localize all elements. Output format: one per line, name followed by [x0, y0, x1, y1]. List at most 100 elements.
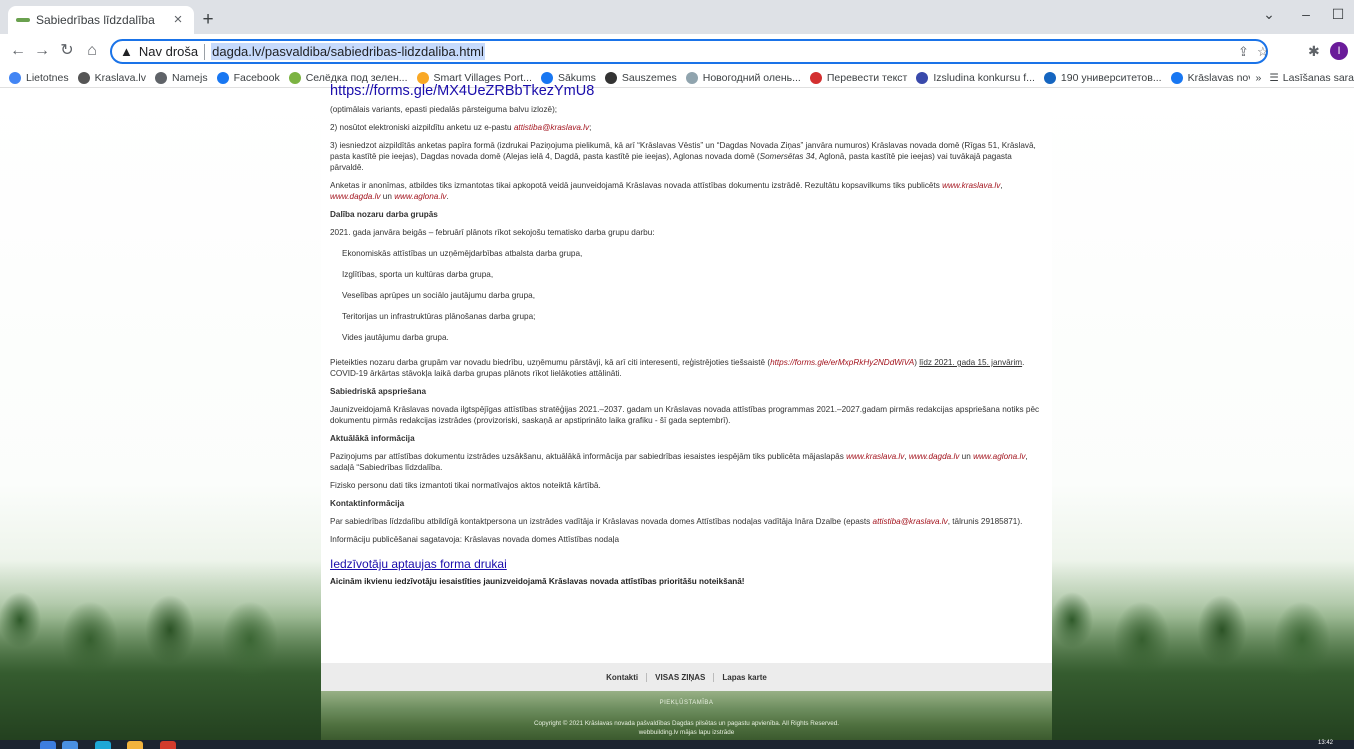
paragraph-contact: Par sabiedrības līdzdalību atbildīgā kon…: [330, 517, 1023, 526]
bookmark-item[interactable]: Smart Villages Port...: [416, 71, 532, 84]
paragraph-optimal: (optimālais variants, epasti piedalās pā…: [330, 105, 558, 114]
copyright-text: Copyright © 2021 Krāslavas novada pašval…: [534, 720, 839, 727]
profile-avatar[interactable]: I: [1330, 42, 1348, 60]
bookmark-label: Namejs: [171, 71, 208, 84]
heading-latest-info: Aktuālākā informācija: [330, 434, 415, 443]
paragraph-personal-data: Fizisko personu dati tiks izmantoti tika…: [330, 481, 601, 490]
bookmark-label: Kraslava.lv: [94, 71, 146, 84]
more-bookmarks-button[interactable]: »: [1256, 72, 1262, 84]
facebook-icon: [540, 71, 553, 84]
tab-search-chevron-icon[interactable]: ⌄: [1258, 6, 1280, 23]
reload-button[interactable]: ↻: [57, 41, 77, 61]
url-text[interactable]: dagda.lv/pasvaldiba/sabiedribas-lidzdali…: [211, 43, 485, 60]
accessibility-link[interactable]: PIEKĻŪSTAMĪBA: [321, 699, 1052, 708]
kraslava-link[interactable]: www.kraslava.lv: [846, 452, 904, 461]
bookmark-item[interactable]: Перевести текст: [809, 71, 908, 84]
bookmark-item[interactable]: Namejs: [154, 71, 208, 84]
explorer-icon[interactable]: [62, 741, 78, 749]
survey-link[interactable]: https://forms.gle/MX4UeZRBbTkezYmU8: [330, 84, 1043, 99]
aglona-link[interactable]: www.aglona.lv: [394, 192, 446, 201]
bookmark-label: Sauszemes: [621, 71, 677, 84]
paragraph-apply: Pieteikties nozaru darba grupām var nova…: [330, 358, 1025, 378]
warning-icon[interactable]: ▲: [120, 44, 133, 59]
facebook-icon: [216, 71, 229, 84]
footer-link-contacts[interactable]: Kontakti: [598, 673, 646, 682]
list-item: Vides jautājumu darba grupa.: [342, 333, 449, 342]
site-favicon-icon: [16, 18, 30, 22]
list-item: Ekonomiskās attīstības un uzņēmējdarbība…: [342, 249, 583, 258]
bookmark-label: Перевести текст: [826, 71, 908, 84]
green-circle-icon: [288, 71, 301, 84]
bookmark-item[interactable]: 190 университетов...: [1043, 71, 1162, 84]
start-icon[interactable]: [40, 741, 56, 749]
chrome-icon[interactable]: [160, 741, 176, 749]
security-label[interactable]: Nav droša: [139, 44, 198, 59]
email-link[interactable]: attistiba@kraslava.lv: [514, 123, 589, 132]
back-button[interactable]: ←: [8, 41, 28, 61]
bookmark-label: 190 университетов...: [1060, 71, 1162, 84]
bookmark-label: Facebook: [233, 71, 280, 84]
bookmark-item[interactable]: Facebook: [216, 71, 280, 84]
reading-list-icon[interactable]: ☰: [1269, 72, 1278, 84]
dagda-link[interactable]: www.dagda.lv: [909, 452, 960, 461]
working-groups-list: Ekonomiskās attīstības un uzņēmējdarbība…: [342, 248, 1043, 343]
bookmark-label: Izsludina konkursu f...: [933, 71, 1035, 84]
bookmark-item[interactable]: Izsludina konkursu f...: [916, 71, 1035, 84]
footprints-icon: [604, 71, 617, 84]
bookmark-label: Селёдка под зелен...: [305, 71, 408, 84]
edge-icon[interactable]: [95, 741, 111, 749]
bookmark-item[interactable]: Lietotnes: [9, 71, 69, 84]
bookmark-item[interactable]: Новогодний олень...: [685, 71, 801, 84]
smart-villages-icon: [416, 71, 429, 84]
bookmark-label: Lietotnes: [26, 71, 69, 84]
invitation-text: Aicinām ikvienu iedzīvotāju iesaistīties…: [330, 577, 745, 586]
bookmark-item[interactable]: Kraslava.lv: [77, 71, 146, 84]
list-item: Izglītības, sporta un kultūras darba gru…: [342, 270, 494, 279]
footer-navigation: Kontakti VISAS ZIŅAS Lapas karte: [321, 663, 1052, 691]
person-icon: [1043, 71, 1056, 84]
apps-grid-icon: [9, 71, 21, 84]
forward-button[interactable]: →: [32, 41, 52, 61]
close-tab-icon[interactable]: ×: [170, 12, 186, 28]
tab-title: Sabiedrības līdzdalība: [36, 13, 155, 27]
dagda-link[interactable]: www.dagda.lv: [330, 192, 381, 201]
files-icon[interactable]: [127, 741, 143, 749]
extensions-puzzle-icon[interactable]: ✱: [1308, 43, 1320, 60]
share-icon[interactable]: ⇪: [1238, 44, 1249, 60]
contact-email-link[interactable]: attistiba@kraslava.lv: [873, 517, 948, 526]
emblem-icon: [916, 71, 929, 84]
aglona-link[interactable]: www.aglona.lv: [973, 452, 1025, 461]
star-icon[interactable]: ☆: [1257, 44, 1269, 60]
facebook-icon: [1170, 71, 1183, 84]
heading-public-discussion: Sabiedriskā apspriešana: [330, 387, 427, 396]
globe-icon: [154, 71, 167, 84]
print-form-link[interactable]: Iedzīvotāju aptaujas forma drukai: [330, 558, 1043, 570]
forest-background-right: [1052, 560, 1354, 749]
article-content: https://forms.gle/MX4UeZRBbTkezYmU8 (opt…: [321, 84, 1052, 663]
paragraph-groups-intro: 2021. gada janvāra beigās – februārī plā…: [330, 228, 655, 237]
footer-banner: PIEKĻŪSTAMĪBA Copyright © 2021 Krāslavas…: [321, 691, 1052, 740]
address-bar[interactable]: ▲ Nav droša dagda.lv/pasvaldiba/sabiedri…: [110, 39, 1269, 64]
heading-working-groups: Dalība nozaru darba grupās: [330, 210, 438, 219]
groups-form-link[interactable]: https://forms.gle/erMxpRkHy2NDdWiVA: [770, 358, 914, 367]
bookmark-label: Sākums: [557, 71, 596, 84]
forest-background-left: [0, 560, 321, 749]
new-tab-button[interactable]: +: [198, 10, 218, 30]
footer-link-all-news[interactable]: VISAS ZIŅAS: [646, 672, 713, 682]
maximize-button[interactable]: ☐: [1327, 6, 1349, 23]
kraslava-link[interactable]: www.kraslava.lv: [942, 181, 1000, 190]
browser-toolbar: ← → ↻ ⌂ ▲ Nav droša dagda.lv/pasvaldiba/…: [0, 34, 1354, 68]
minimize-button[interactable]: –: [1295, 6, 1317, 22]
heading-contact: Kontaktinformācija: [330, 499, 405, 508]
home-button[interactable]: ⌂: [82, 41, 102, 61]
paragraph-paper-option: 3) iesniedzot aizpildītās anketas papīra…: [330, 141, 1036, 172]
active-tab[interactable]: Sabiedrības līdzdalība ×: [8, 6, 194, 34]
bookmark-item[interactable]: Селёдка под зелен...: [288, 71, 408, 84]
bookmarks-overflow: » ☰ Lasīšanas sara: [1249, 68, 1354, 87]
bookmark-item[interactable]: Sākums: [540, 71, 596, 84]
reading-list-label[interactable]: Lasīšanas sara: [1283, 72, 1354, 84]
deer-icon: [685, 71, 698, 84]
footer-link-sitemap[interactable]: Lapas karte: [713, 672, 774, 682]
bookmark-label: Smart Villages Port...: [433, 71, 532, 84]
bookmark-item[interactable]: Sauszemes: [604, 71, 677, 84]
